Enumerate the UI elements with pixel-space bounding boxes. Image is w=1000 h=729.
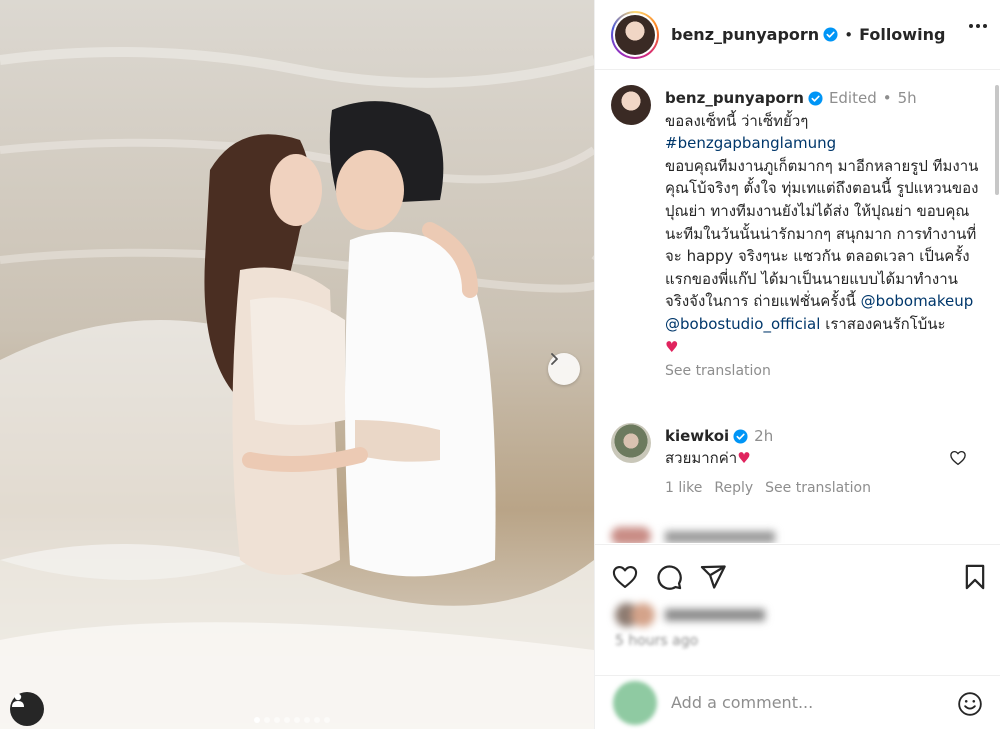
carousel-dot — [264, 717, 270, 723]
caption-tail: เราสองคนรักโบ้นะ — [820, 314, 946, 333]
liked-by-summary[interactable] — [615, 603, 775, 627]
comment-text: สวยมากค่า — [665, 449, 738, 467]
post-time-ago: 5 hours ago — [615, 633, 699, 649]
comment-heart-emoji: ♥ — [737, 449, 751, 467]
couple-in-sea-photo — [0, 0, 594, 729]
add-comment-input[interactable] — [671, 693, 931, 712]
post-header: benz_punyaporn • Following — [595, 0, 1000, 70]
verified-badge-icon — [733, 428, 748, 444]
post-details-panel: benz_punyaporn • Following benz_punyapor… — [594, 0, 1000, 729]
heart-outline-icon — [950, 450, 966, 466]
emoji-picker-button[interactable] — [957, 691, 983, 721]
post-photo[interactable] — [0, 0, 594, 729]
comments-section[interactable]: benz_punyaporn Edited • 5h ขอลงเซ็ทนี้ ว… — [595, 71, 1000, 543]
following-button[interactable]: Following — [859, 25, 945, 44]
heart-icon — [612, 566, 638, 588]
comment-see-translation[interactable]: See translation — [765, 477, 871, 499]
current-user-avatar — [613, 680, 657, 725]
carousel-dot — [294, 717, 300, 723]
caption-avatar[interactable] — [611, 85, 651, 125]
comment-time: 2h — [754, 427, 774, 445]
more-options-button[interactable] — [969, 24, 987, 28]
bookmark-icon — [965, 564, 985, 590]
author-username[interactable]: benz_punyaporn — [671, 25, 819, 44]
commenter-avatar[interactable] — [611, 423, 651, 463]
carousel-dot — [254, 717, 260, 723]
next-photo-button[interactable] — [548, 353, 580, 385]
blurred-comment — [611, 527, 811, 543]
carousel-dot — [274, 717, 280, 723]
comment-button[interactable] — [655, 563, 683, 595]
carousel-dot — [314, 717, 320, 723]
carousel-dots — [254, 717, 330, 723]
save-button[interactable] — [961, 563, 989, 595]
like-button[interactable] — [611, 563, 639, 595]
header-separator: • — [844, 25, 854, 44]
send-icon — [700, 565, 726, 589]
caption-time: 5h — [897, 89, 917, 107]
comments-scrollbar[interactable] — [994, 75, 1000, 535]
carousel-dot — [284, 717, 290, 723]
caption-line1: ขอลงเซ็ทนี้ ว่าเซ็ทยั้วๆ — [665, 111, 809, 130]
reply-button[interactable]: Reply — [714, 477, 753, 499]
comment-likes[interactable]: 1 like — [665, 477, 702, 499]
share-button[interactable] — [699, 563, 727, 595]
comment-bubble-icon — [657, 565, 682, 590]
verified-badge-icon — [823, 27, 838, 42]
carousel-dot — [304, 717, 310, 723]
commenter-username[interactable]: kiewkoi — [665, 425, 729, 447]
caption-see-translation[interactable]: See translation — [665, 360, 771, 383]
chevron-right-icon — [551, 353, 558, 365]
author-avatar[interactable] — [611, 10, 659, 59]
heart-emoji: ♥ — [665, 337, 679, 356]
caption-dot: • — [882, 89, 892, 107]
verified-badge-icon — [808, 91, 823, 106]
instagram-post-view: benz_punyaporn • Following benz_punyapor… — [0, 0, 1000, 729]
post-actions: 5 hours ago — [595, 544, 1000, 674]
user-icon — [12, 693, 24, 707]
caption-hashtag[interactable]: #benzgapbanglamung — [665, 132, 985, 155]
add-comment-bar — [595, 675, 1000, 729]
caption-username[interactable]: benz_punyaporn — [665, 87, 804, 110]
comment-like-button[interactable] — [949, 449, 967, 471]
mention-bobostudio[interactable]: @bobostudio_official — [665, 315, 820, 333]
carousel-dot — [324, 717, 330, 723]
tagged-users-button[interactable] — [10, 692, 44, 726]
caption-text: ขอบคุณทีมงานภูเก็ตมากๆ มาอีกหลายรูป ทีมง… — [665, 156, 979, 311]
smiley-icon — [958, 692, 982, 716]
edited-label: Edited — [828, 89, 877, 107]
mention-bobomakeup[interactable]: @bobomakeup — [861, 292, 974, 310]
